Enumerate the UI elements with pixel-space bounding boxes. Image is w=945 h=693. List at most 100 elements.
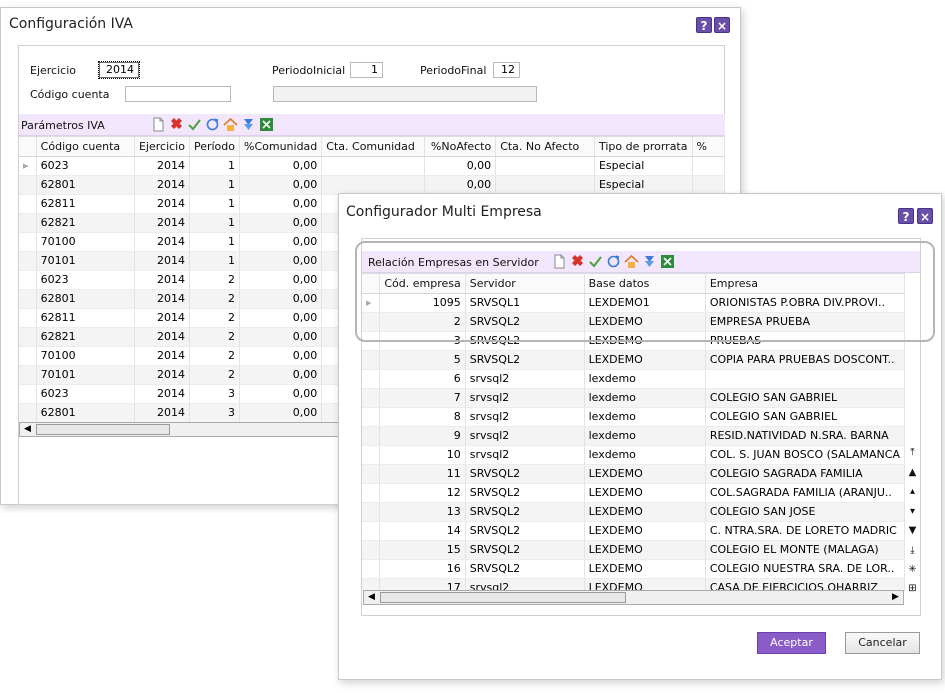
row-selector[interactable] <box>19 232 37 252</box>
row-selector[interactable] <box>19 213 37 233</box>
table-cell[interactable]: 2014 <box>134 403 190 423</box>
table-cell[interactable]: srvsql2 <box>465 369 585 389</box>
table-row[interactable]: 15 SRVSQL2 LEXDEMO COLEGIO EL MONTE (MALAGA… <box>362 540 905 560</box>
table-cell[interactable]: 2014 <box>134 365 190 385</box>
table-cell[interactable]: 62821 <box>36 327 135 347</box>
cancel-button[interactable]: Cancelar <box>845 632 920 654</box>
scroll-right-icon[interactable]: ▶ <box>889 591 902 604</box>
row-selector[interactable] <box>362 521 381 541</box>
table-cell[interactable]: COPIA PARA PRUEBAS DOSCONT.. <box>705 350 905 370</box>
table-cell[interactable]: 0,00 <box>239 194 323 214</box>
row-selector[interactable] <box>362 559 381 579</box>
new-record-icon[interactable]: ✳ <box>906 563 919 577</box>
table-cell[interactable]: 12 <box>379 483 466 503</box>
table-cell[interactable]: 70101 <box>36 251 135 271</box>
row-selector[interactable] <box>362 445 381 465</box>
row-selector[interactable] <box>19 365 37 385</box>
refresh-icon[interactable] <box>205 117 220 132</box>
column-header[interactable]: %Comunidad <box>239 137 323 157</box>
table-cell[interactable]: 2014 <box>134 194 190 214</box>
table-cell[interactable]: lexdemo <box>584 388 706 408</box>
column-header[interactable]: % <box>692 137 725 157</box>
table-cell[interactable]: RESID.NATIVIDAD N.SRA. BARNA <box>705 426 905 446</box>
accept-button[interactable]: Aceptar <box>757 632 826 654</box>
table-cell[interactable]: 62821 <box>36 213 135 233</box>
table-cell[interactable]: 1 <box>189 232 241 252</box>
table-row[interactable]: 10 srvsql2 lexdemo COL. S. JUAN BOSCO (SALA… <box>362 445 905 465</box>
table-cell[interactable]: 0,00 <box>239 175 323 195</box>
row-selector[interactable] <box>362 426 381 446</box>
periodo-inicial-input[interactable]: 1 <box>350 62 383 78</box>
table-cell[interactable]: SRVSQL2 <box>465 483 585 503</box>
table-cell[interactable]: 8 <box>379 407 466 427</box>
first-record-icon[interactable]: ⤒ <box>906 446 919 460</box>
table-cell[interactable]: LEXDEMO <box>584 521 706 541</box>
table-cell[interactable] <box>692 175 725 195</box>
table-cell[interactable]: 62801 <box>36 403 135 423</box>
table-cell[interactable]: LEXDEMO <box>584 502 706 522</box>
table-cell[interactable]: 70100 <box>36 232 135 252</box>
row-selector[interactable] <box>362 350 381 370</box>
table-cell[interactable]: 2 <box>189 346 241 366</box>
table-row[interactable]: 11 SRVSQL2 LEXDEMO COLEGIO SAGRADA FAMILIA <box>362 464 905 484</box>
table-cell[interactable] <box>705 369 905 389</box>
codigo-cuenta-input[interactable] <box>125 86 231 102</box>
column-header[interactable]: Código cuenta <box>36 137 135 157</box>
table-cell[interactable]: 62811 <box>36 308 135 328</box>
row-selector[interactable] <box>19 327 37 347</box>
help-button[interactable]: ? <box>696 17 712 33</box>
periodo-final-input[interactable]: 12 <box>493 62 520 78</box>
table-row[interactable]: 12 SRVSQL2 LEXDEMO COL.SAGRADA FAMILIA (ARA… <box>362 483 905 503</box>
table-row[interactable]: 16 SRVSQL2 LEXDEMO COLEGIO NUESTRA SRA. DE … <box>362 559 905 579</box>
table-cell[interactable]: Especial <box>594 175 693 195</box>
table-cell[interactable]: 2014 <box>134 346 190 366</box>
table-cell[interactable] <box>495 156 595 176</box>
table-cell[interactable]: 2014 <box>134 270 190 290</box>
table-cell[interactable]: SRVSQL2 <box>465 464 585 484</box>
table-cell[interactable]: 0,00 <box>239 365 323 385</box>
table-row[interactable]: 6 srvsql2 lexdemo <box>362 369 905 389</box>
table-cell[interactable]: 2014 <box>134 327 190 347</box>
row-selector[interactable] <box>19 384 37 404</box>
row-selector[interactable] <box>362 388 381 408</box>
row-selector[interactable] <box>19 251 37 271</box>
table-row[interactable]: ▸ 6023 2014 1 0,00 0,00 Especial <box>19 156 725 176</box>
row-selector[interactable] <box>19 270 37 290</box>
delete-icon[interactable] <box>169 117 184 132</box>
table-cell[interactable]: 6023 <box>36 270 135 290</box>
row-selector[interactable] <box>19 308 37 328</box>
table-cell[interactable]: 2014 <box>134 384 190 404</box>
column-header[interactable]: Cta. No Afecto <box>495 137 595 157</box>
table-cell[interactable]: 2 <box>189 365 241 385</box>
column-header[interactable]: Cta. Comunidad <box>321 137 425 157</box>
table-row[interactable]: 8 srvsql2 lexdemo COLEGIO SAN GABRIEL <box>362 407 905 427</box>
table-cell[interactable]: 2 <box>189 270 241 290</box>
table-cell[interactable]: 2014 <box>134 213 190 233</box>
table-cell[interactable]: COLEGIO EL MONTE (MALAGA) <box>705 540 905 560</box>
table-cell[interactable]: srvsql2 <box>465 426 585 446</box>
table-cell[interactable]: 7 <box>379 388 466 408</box>
table-cell[interactable]: 9 <box>379 426 466 446</box>
table-cell[interactable] <box>495 175 595 195</box>
table-cell[interactable]: C. NTRA.SRA. DE LORETO MADRIC <box>705 521 905 541</box>
table-cell[interactable]: 62811 <box>36 194 135 214</box>
close-button[interactable]: × <box>917 208 933 224</box>
table-cell[interactable]: 0,00 <box>239 251 323 271</box>
table-cell[interactable]: 13 <box>379 502 466 522</box>
table-cell[interactable]: 6 <box>379 369 466 389</box>
next-record-icon[interactable]: ▾ <box>906 505 919 519</box>
table-cell[interactable]: 2 <box>189 308 241 328</box>
table-cell[interactable]: 0,00 <box>239 384 323 404</box>
table-cell[interactable]: 0,00 <box>239 289 323 309</box>
table-cell[interactable]: 70101 <box>36 365 135 385</box>
table-cell[interactable]: SRVSQL2 <box>465 559 585 579</box>
row-selector[interactable] <box>19 175 37 195</box>
row-selector[interactable] <box>19 346 37 366</box>
table-cell[interactable]: 2014 <box>134 175 190 195</box>
row-selector[interactable] <box>362 502 381 522</box>
table-row[interactable]: 62801 2014 1 0,00 0,00 Especial <box>19 175 725 195</box>
table-cell[interactable]: 2014 <box>134 232 190 252</box>
table-cell[interactable]: 16 <box>379 559 466 579</box>
table-cell[interactable]: 6023 <box>36 384 135 404</box>
table-cell[interactable]: lexdemo <box>584 426 706 446</box>
